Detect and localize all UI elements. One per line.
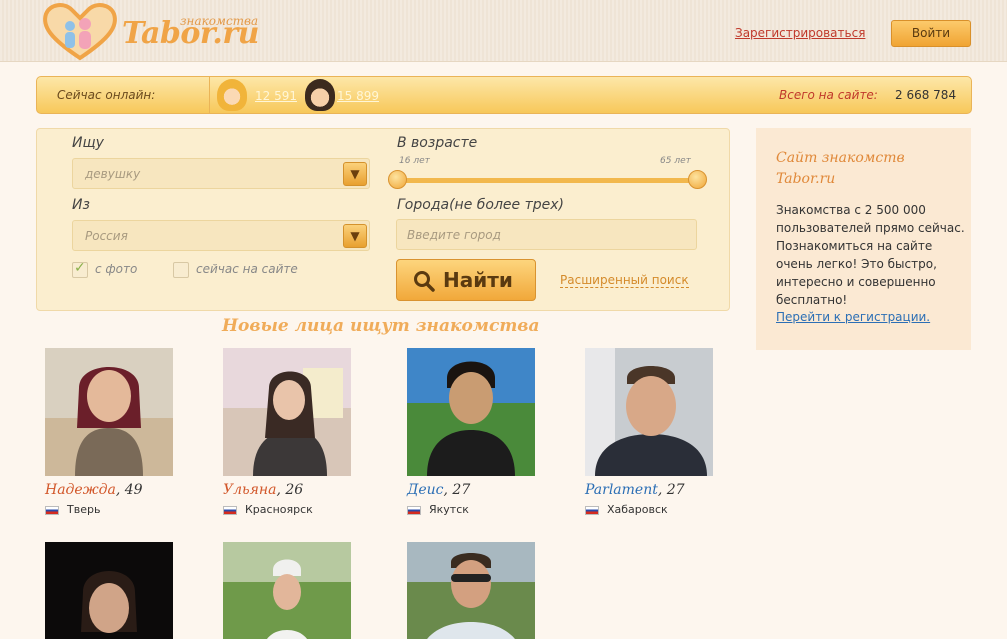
profile-photo[interactable] [407,348,535,476]
russia-flag-icon [407,505,421,515]
checkmark-icon: ✓ [74,260,86,276]
city: Якутск [429,503,469,516]
online-now-label: сейчас на сайте [196,262,298,276]
city-row: Хабаровск [585,503,668,516]
city-row: Якутск [407,503,469,516]
profile-card[interactable]: Надежда, 49 Тверь [45,348,185,518]
profile-card[interactable] [223,542,363,639]
profile-photo[interactable] [45,348,173,476]
header: знакомства Tabor.ru Зарегистрироваться В… [0,0,1007,62]
total-label: Всего на сайте: [779,88,878,102]
city-row: Красноярск [223,503,313,516]
looking-for-value: девушку [85,167,141,181]
with-photo-checkbox[interactable]: ✓ [72,260,88,278]
city-row: Тверь [45,503,100,516]
info-title: Сайт знакомств Tabor.ru [776,150,905,187]
name-link[interactable]: Деис [407,482,444,498]
profile-card[interactable]: Деис, 27 Якутск [407,348,547,518]
men-online-count[interactable]: 15 899 [337,89,379,103]
city: Красноярск [245,503,313,516]
age: , 27 [443,482,471,498]
age-slider-track[interactable] [396,178,698,183]
logo-text: Tabor.ru [122,16,260,51]
looking-for-label: Ищу [72,135,104,151]
profile-photo[interactable] [223,542,351,639]
person-name[interactable]: Ульяна, 26 [223,482,303,498]
age: , 49 [115,482,143,498]
female-avatar-icon [217,79,247,111]
person-name[interactable]: Надежда, 49 [45,482,143,498]
cities-label: Города(не более трех) [397,197,564,213]
profile-card[interactable] [407,542,547,639]
chevron-down-icon[interactable]: ▼ [343,224,367,248]
profile-card[interactable]: Ульяна, 26 Красноярск [223,348,363,518]
info-text: Знакомства с 2 500 000 пользователей пря… [776,203,965,307]
total-value: 2 668 784 [895,88,957,102]
country-select[interactable]: Россия ▼ [72,220,370,251]
profile-card[interactable] [45,542,185,639]
age-max-label: 65 лет [660,156,691,166]
profile-photo[interactable] [223,348,351,476]
advanced-search-link[interactable]: Расширенный поиск [560,273,689,288]
looking-for-select[interactable]: девушку ▼ [72,158,370,189]
city-input[interactable] [396,219,697,250]
male-avatar-icon [305,79,335,111]
russia-flag-icon [45,505,59,515]
find-button-label: Найти [443,268,513,292]
name-link[interactable]: Ульяна [223,482,277,498]
age-min-label: 16 лет [399,156,430,166]
person-name[interactable]: Деис, 27 [407,482,470,498]
site-logo[interactable]: знакомства Tabor.ru [40,2,270,62]
profile-photo[interactable] [407,542,535,639]
name-link[interactable]: Parlament [585,482,658,498]
russia-flag-icon [223,505,237,515]
new-faces-title: Новые лица ищут знакомства [222,316,540,336]
chevron-down-icon[interactable]: ▼ [343,162,367,186]
profile-photo[interactable] [585,348,713,476]
age-min-handle[interactable] [388,170,407,189]
site-info-panel: Сайт знакомств Tabor.ru Знакомства с 2 5… [756,128,971,350]
online-stats-bar: Сейчас онлайн: 12 591 15 899 Всего на са… [36,76,972,114]
age-label: В возрасте [397,135,478,151]
age-max-handle[interactable] [688,170,707,189]
city: Тверь [67,503,101,516]
heart-logo-icon [43,3,117,61]
country-value: Россия [85,229,128,243]
age: , 26 [276,482,304,498]
online-now-checkbox[interactable] [173,262,189,278]
women-online-count[interactable]: 12 591 [255,89,297,103]
find-button[interactable]: Найти [396,259,536,301]
age: , 27 [657,482,685,498]
profile-card[interactable]: Parlament, 27 Хабаровск [585,348,725,518]
from-label: Из [72,197,90,213]
login-button[interactable]: Войти [891,20,971,47]
person-name[interactable]: Parlament, 27 [585,482,685,498]
city: Хабаровск [607,503,668,516]
russia-flag-icon [585,505,599,515]
name-link[interactable]: Надежда [45,482,116,498]
with-photo-label: с фото [95,262,138,276]
search-icon [414,271,435,292]
go-to-registration-link[interactable]: Перейти к регистрации. [776,310,930,324]
online-label: Сейчас онлайн: [57,88,156,102]
register-link[interactable]: Зарегистрироваться [735,26,865,40]
profile-photo[interactable] [45,542,173,639]
